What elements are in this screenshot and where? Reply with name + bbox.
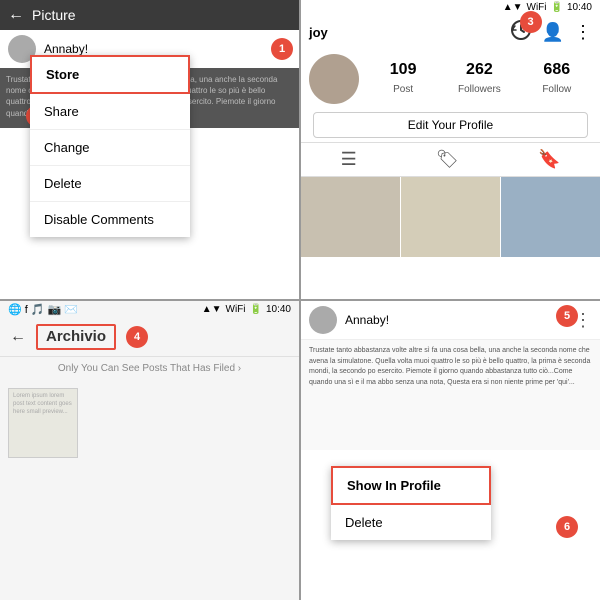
stat-following: 686 Follow	[542, 61, 571, 97]
archived-post-text: Lorem ipsum lorem post text content goes…	[9, 389, 77, 420]
social-icons: 🌐 f 🎵 📷 ✉️	[8, 303, 198, 316]
badge-3: 3	[520, 11, 542, 33]
quadrant-picture-menu: ← Picture Annaby! ⋮ 1 Trustate tanto bel…	[0, 0, 299, 299]
archive-history-icon[interactable]: 3	[510, 19, 532, 46]
quadrant-profile: ▲▼ WiFi 🔋 10:40 joy 3 👤 ⋮	[301, 0, 600, 299]
badge-5: 5	[556, 305, 578, 327]
q3-status-bar: 🌐 f 🎵 📷 ✉️ ▲▼ WiFi 🔋 10:40	[0, 301, 299, 318]
quadrant-archivio: 🌐 f 🎵 📷 ✉️ ▲▼ WiFi 🔋 10:40 ← Archivio 4 …	[0, 301, 299, 600]
badge-1: 1	[271, 38, 293, 60]
clock: 10:40	[567, 2, 592, 13]
wifi-icon: WiFi	[226, 304, 246, 315]
q3-subtitle: Only You Can See Posts That Has Filed ›	[0, 357, 299, 380]
q4-context-menu: Show In Profile Delete	[331, 466, 491, 540]
photo-2	[401, 177, 500, 257]
menu-item-delete[interactable]: Delete	[331, 505, 491, 540]
q4-post-text: Trustate tanto abbastanza volte altre sì…	[301, 340, 600, 450]
signal-icon: ▲▼	[503, 2, 523, 13]
q2-header-icons: 3 👤 ⋮	[510, 19, 592, 46]
menu-item-disable-comments[interactable]: Disable Comments	[30, 202, 190, 237]
photo-1	[301, 177, 400, 257]
q1-username: Annaby!	[44, 42, 273, 56]
stat-post: 109 Post	[390, 61, 417, 97]
following-count: 686	[542, 61, 571, 79]
signal-icon: ▲▼	[202, 304, 222, 315]
post-label: Post	[393, 84, 413, 95]
q2-header-bar: joy 3 👤 ⋮	[301, 15, 600, 50]
archived-post-thumb[interactable]: Lorem ipsum lorem post text content goes…	[8, 388, 78, 458]
badge-6: 6	[556, 516, 578, 538]
avatar	[309, 306, 337, 334]
post-count: 109	[390, 61, 417, 79]
badge-4: 4	[126, 326, 148, 348]
tag-icon[interactable]: 🏷	[436, 149, 459, 170]
photo-3	[501, 177, 600, 257]
clock: 10:40	[266, 304, 291, 315]
archivio-title-box: Archivio	[36, 324, 116, 350]
followers-count: 262	[458, 61, 501, 79]
q4-user-row: Annaby! ⋮ 5	[301, 301, 600, 340]
menu-item-store[interactable]: Store	[30, 55, 190, 94]
back-icon[interactable]: ←	[10, 328, 26, 346]
q2-photos-grid	[301, 177, 600, 257]
stat-followers: 262 Followers	[458, 61, 501, 97]
bookmark-icon[interactable]: 🔖	[538, 149, 560, 170]
back-icon[interactable]: ←	[8, 6, 24, 24]
battery-icon: 🔋	[250, 304, 262, 315]
q4-username: Annaby!	[345, 313, 574, 327]
grid-icon[interactable]: ☰	[341, 149, 357, 170]
following-label: Follow	[542, 84, 571, 95]
q1-title: Picture	[32, 7, 291, 23]
menu-item-show-in-profile[interactable]: Show In Profile	[331, 466, 491, 505]
quadrant-post-menu: Annaby! ⋮ 5 Trustate tanto abbastanza vo…	[301, 301, 600, 600]
add-person-icon[interactable]: 👤	[542, 22, 564, 43]
more-options-icon[interactable]: ⋮	[574, 22, 592, 43]
profile-avatar	[309, 54, 359, 104]
q3-header: ← Archivio 4	[0, 318, 299, 357]
menu-item-share[interactable]: Share	[30, 94, 190, 130]
battery-icon: 🔋	[551, 2, 563, 13]
q1-header: ← Picture	[0, 0, 299, 30]
q2-username: joy	[309, 25, 510, 40]
q2-stats-row: 109 Post 262 Followers 686 Follow	[369, 61, 592, 97]
menu-item-change[interactable]: Change	[30, 130, 190, 166]
edit-profile-button[interactable]: Edit Your Profile	[313, 112, 588, 138]
q1-context-menu: Store Share Change Delete Disable Commen…	[30, 55, 190, 237]
archivio-title: Archivio	[46, 328, 106, 345]
menu-item-delete[interactable]: Delete	[30, 166, 190, 202]
followers-label: Followers	[458, 84, 501, 95]
q2-status-bar: ▲▼ WiFi 🔋 10:40	[301, 0, 600, 15]
q2-tabs: ☰ 🏷 🔖	[301, 142, 600, 177]
